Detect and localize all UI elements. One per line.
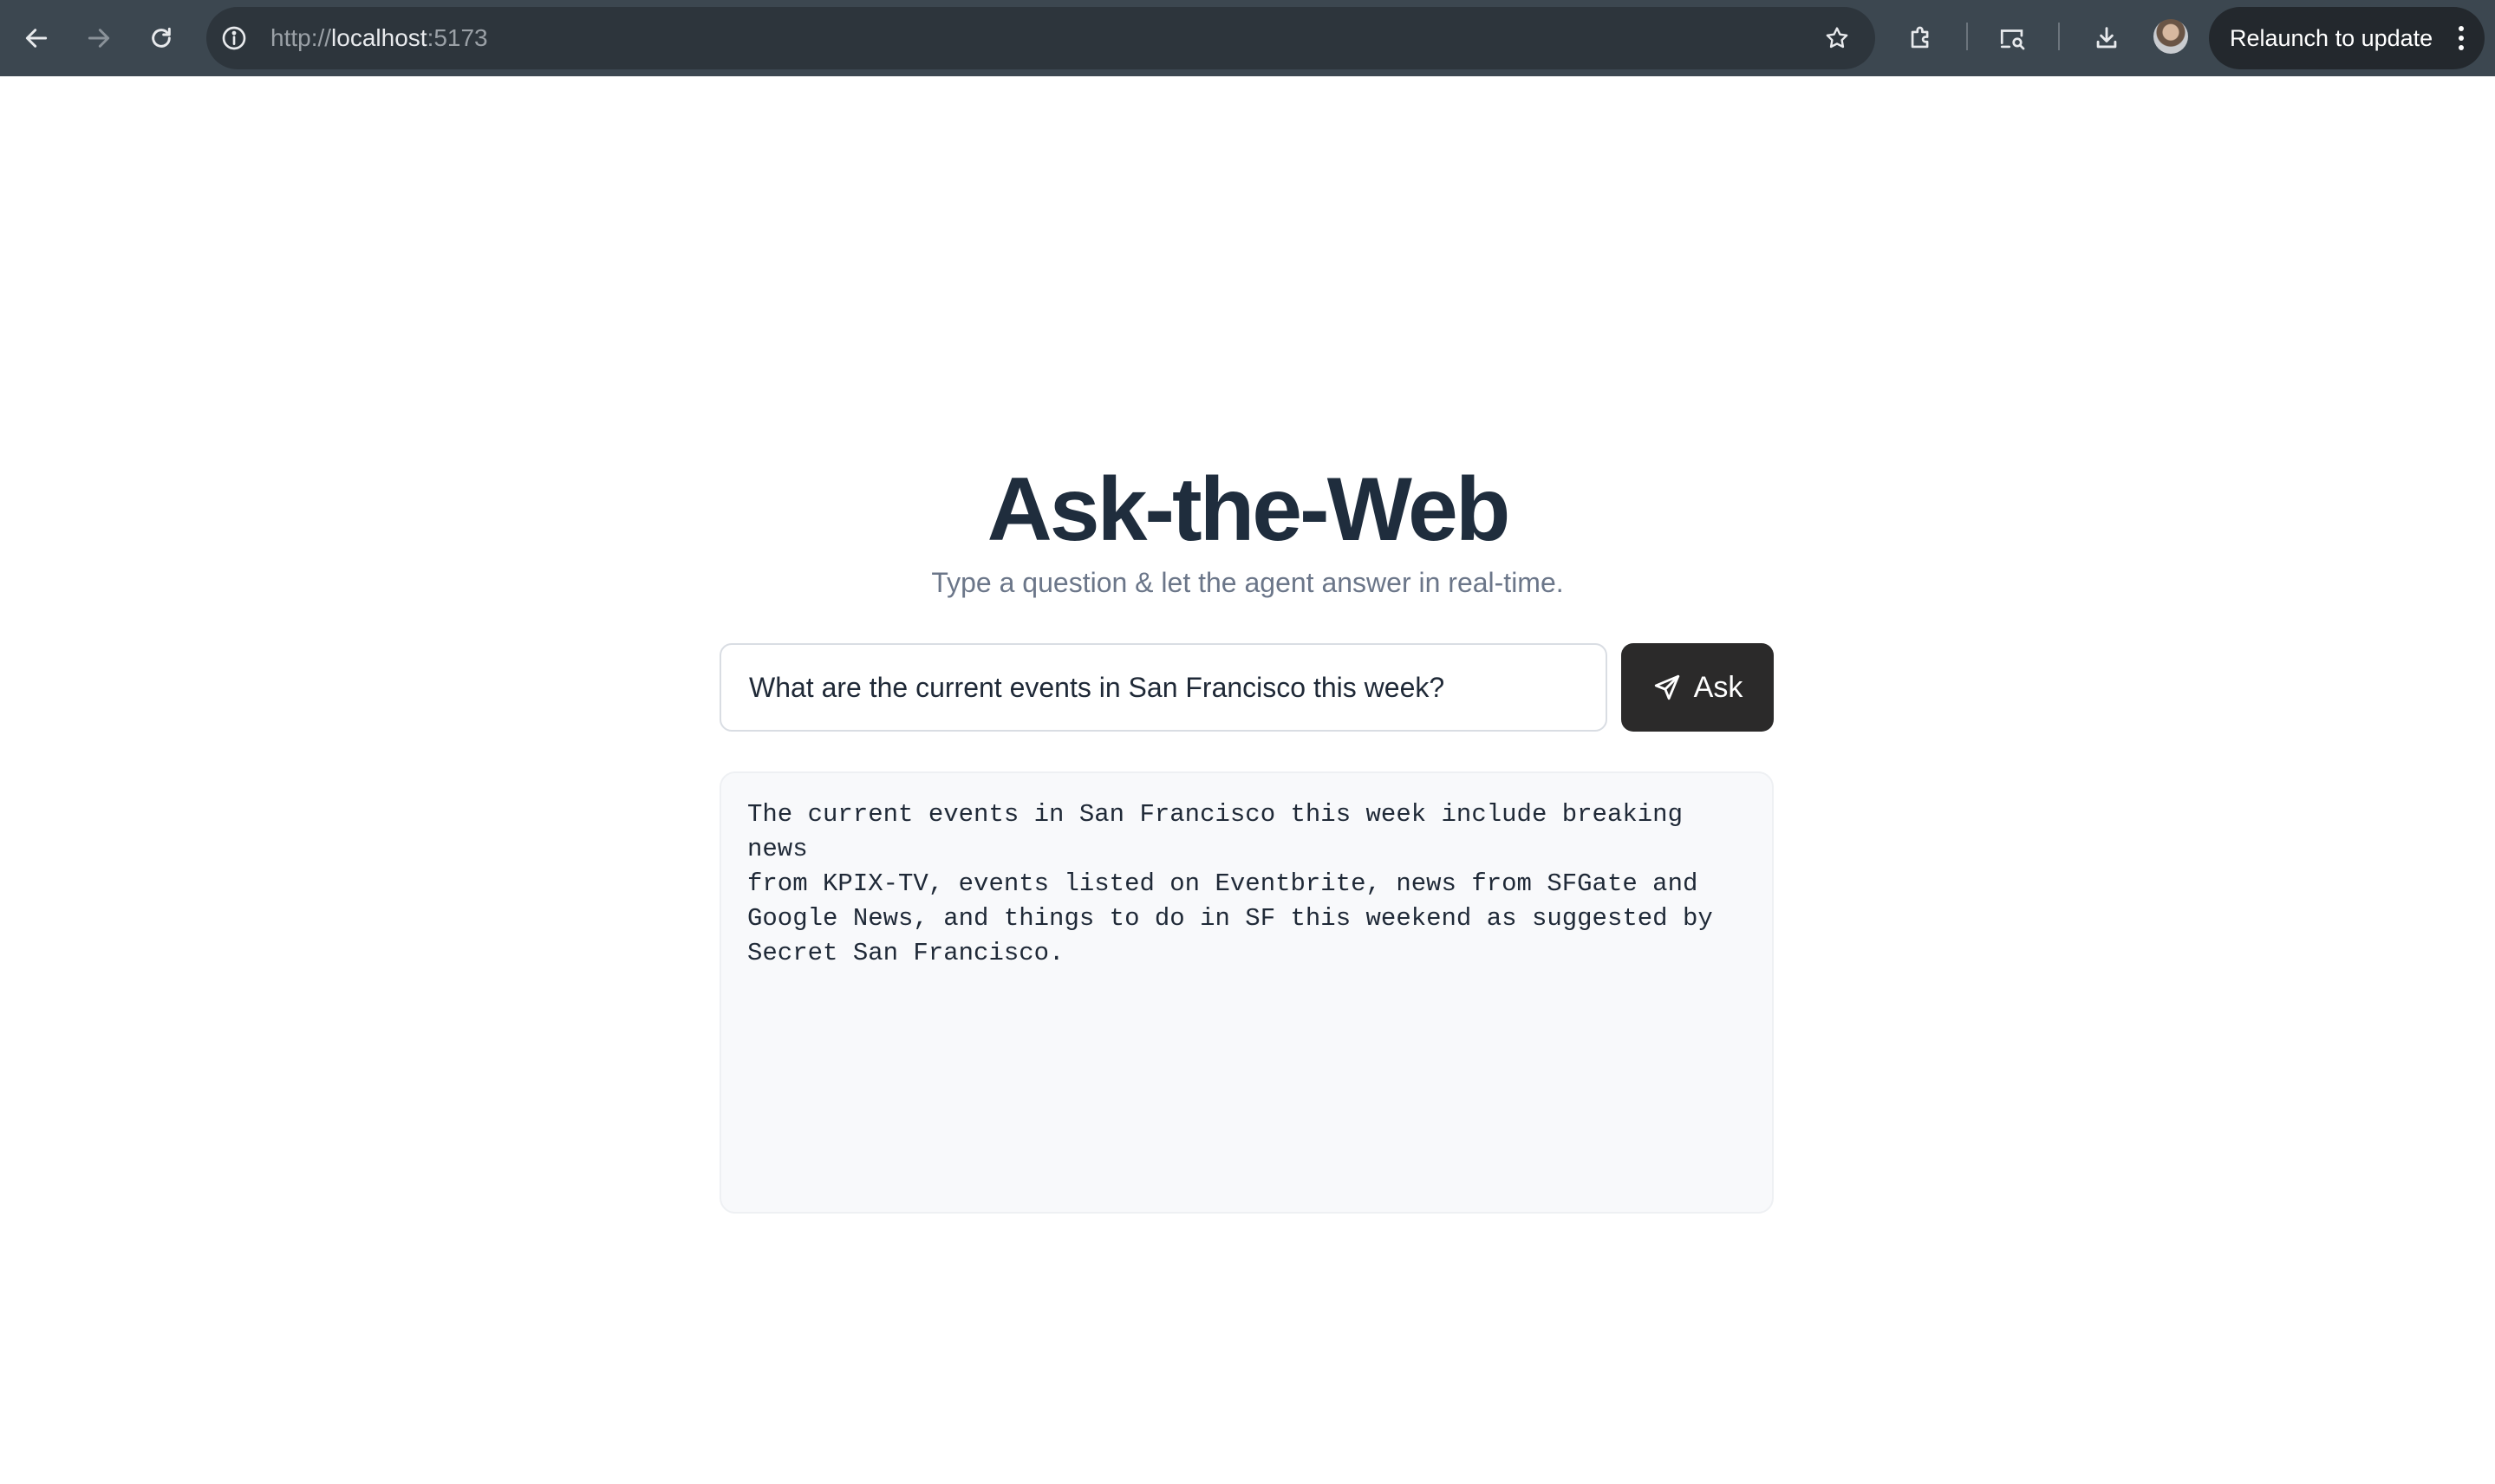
toolbar-divider (1966, 23, 1968, 50)
answer-panel: The current events in San Francisco this… (720, 771, 1774, 1214)
url-host: localhost (331, 24, 427, 51)
ask-form: Ask (720, 643, 1774, 732)
star-icon[interactable] (1823, 24, 1851, 52)
cast-search-icon (2000, 29, 2025, 50)
url-port: :5173 (427, 24, 488, 51)
page-title: Ask-the-Web (987, 459, 1511, 560)
puzzle-icon (1911, 26, 1929, 49)
app-page: Ask-the-Web Type a question & let the ag… (0, 76, 2495, 1484)
send-icon (1654, 674, 1679, 700)
download-icon (2096, 27, 2117, 49)
arrow-right-icon (88, 29, 110, 48)
info-icon (222, 26, 246, 50)
browser-toolbar: http://localhost:5173 Relaunch to update (0, 0, 2495, 76)
site-info-button[interactable] (220, 24, 248, 52)
ask-button-label: Ask (1693, 670, 1743, 704)
relaunch-label: Relaunch to update (2230, 24, 2433, 51)
forward-button[interactable] (78, 17, 120, 59)
kebab-icon[interactable] (2459, 26, 2464, 50)
extensions-button[interactable] (1900, 17, 1942, 59)
downloads-button[interactable] (2086, 17, 2127, 59)
arrow-left-icon (25, 29, 48, 48)
url-scheme: http:// (270, 24, 332, 51)
cast-search-button[interactable] (1992, 17, 2034, 59)
url-text[interactable]: http://localhost:5173 (270, 7, 488, 69)
toolbar-divider (2058, 23, 2060, 50)
address-bar[interactable]: http://localhost:5173 (206, 7, 1875, 69)
reload-button[interactable] (140, 17, 182, 59)
back-button[interactable] (16, 17, 57, 59)
ask-button[interactable]: Ask (1621, 643, 1774, 732)
question-input[interactable] (720, 643, 1607, 732)
relaunch-button[interactable]: Relaunch to update (2209, 7, 2485, 69)
answer-text: The current events in San Francisco this… (747, 800, 1713, 967)
page-subtitle: Type a question & let the agent answer i… (931, 567, 1564, 598)
profile-avatar[interactable] (2153, 19, 2188, 54)
reload-icon (152, 27, 171, 48)
